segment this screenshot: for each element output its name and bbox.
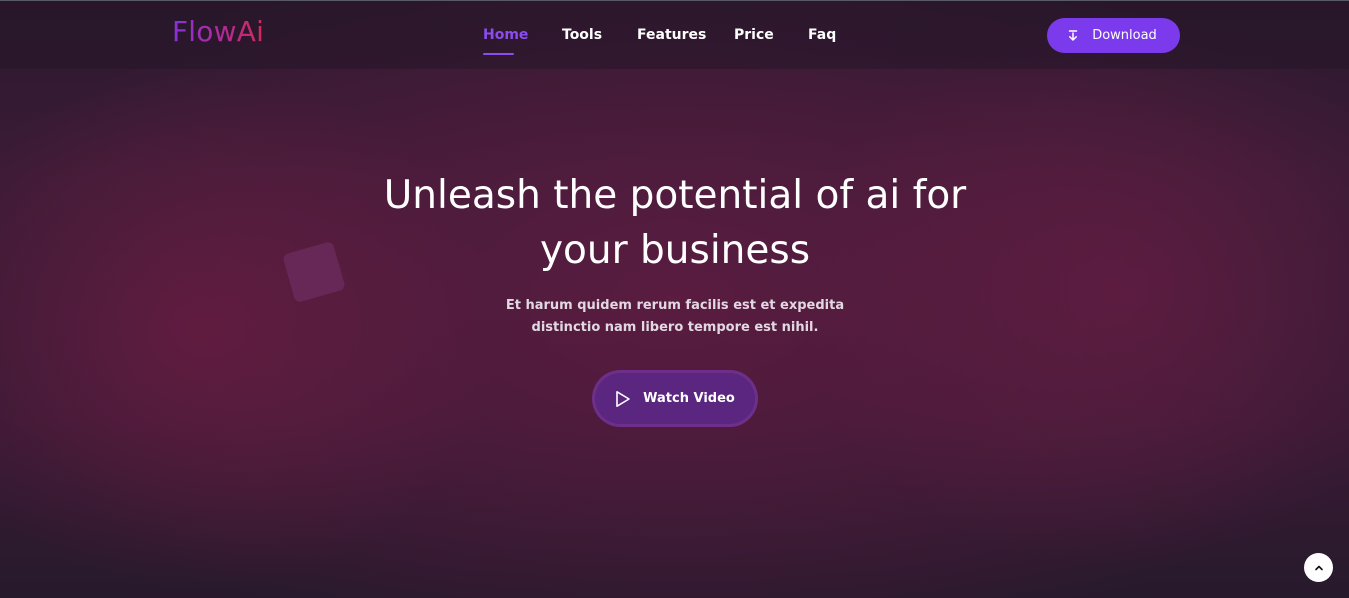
site-header: FlowAi Home Tools Features Price Faq Dow… <box>0 1 1349 69</box>
chevron-up-icon <box>1314 564 1324 572</box>
play-icon <box>615 390 631 408</box>
nav-active-indicator <box>483 53 514 55</box>
download-icon <box>1066 29 1080 43</box>
watch-video-label: Watch Video <box>643 391 735 406</box>
scroll-to-top-button[interactable] <box>1304 553 1333 582</box>
hero-subtitle: Et harum quidem rerum facilis est et exp… <box>505 298 845 335</box>
hero-title: Unleash the potential of ai for your bus… <box>383 173 967 273</box>
download-button[interactable]: Download <box>1047 18 1180 53</box>
download-button-label: Download <box>1092 28 1157 43</box>
nav-item-home[interactable]: Home <box>483 27 528 43</box>
nav-item-faq[interactable]: Faq <box>808 27 836 43</box>
watch-video-button[interactable]: Watch Video <box>595 373 755 424</box>
nav-item-tools[interactable]: Tools <box>562 27 602 43</box>
nav-item-features[interactable]: Features <box>637 27 706 43</box>
nav-item-price[interactable]: Price <box>734 27 774 43</box>
